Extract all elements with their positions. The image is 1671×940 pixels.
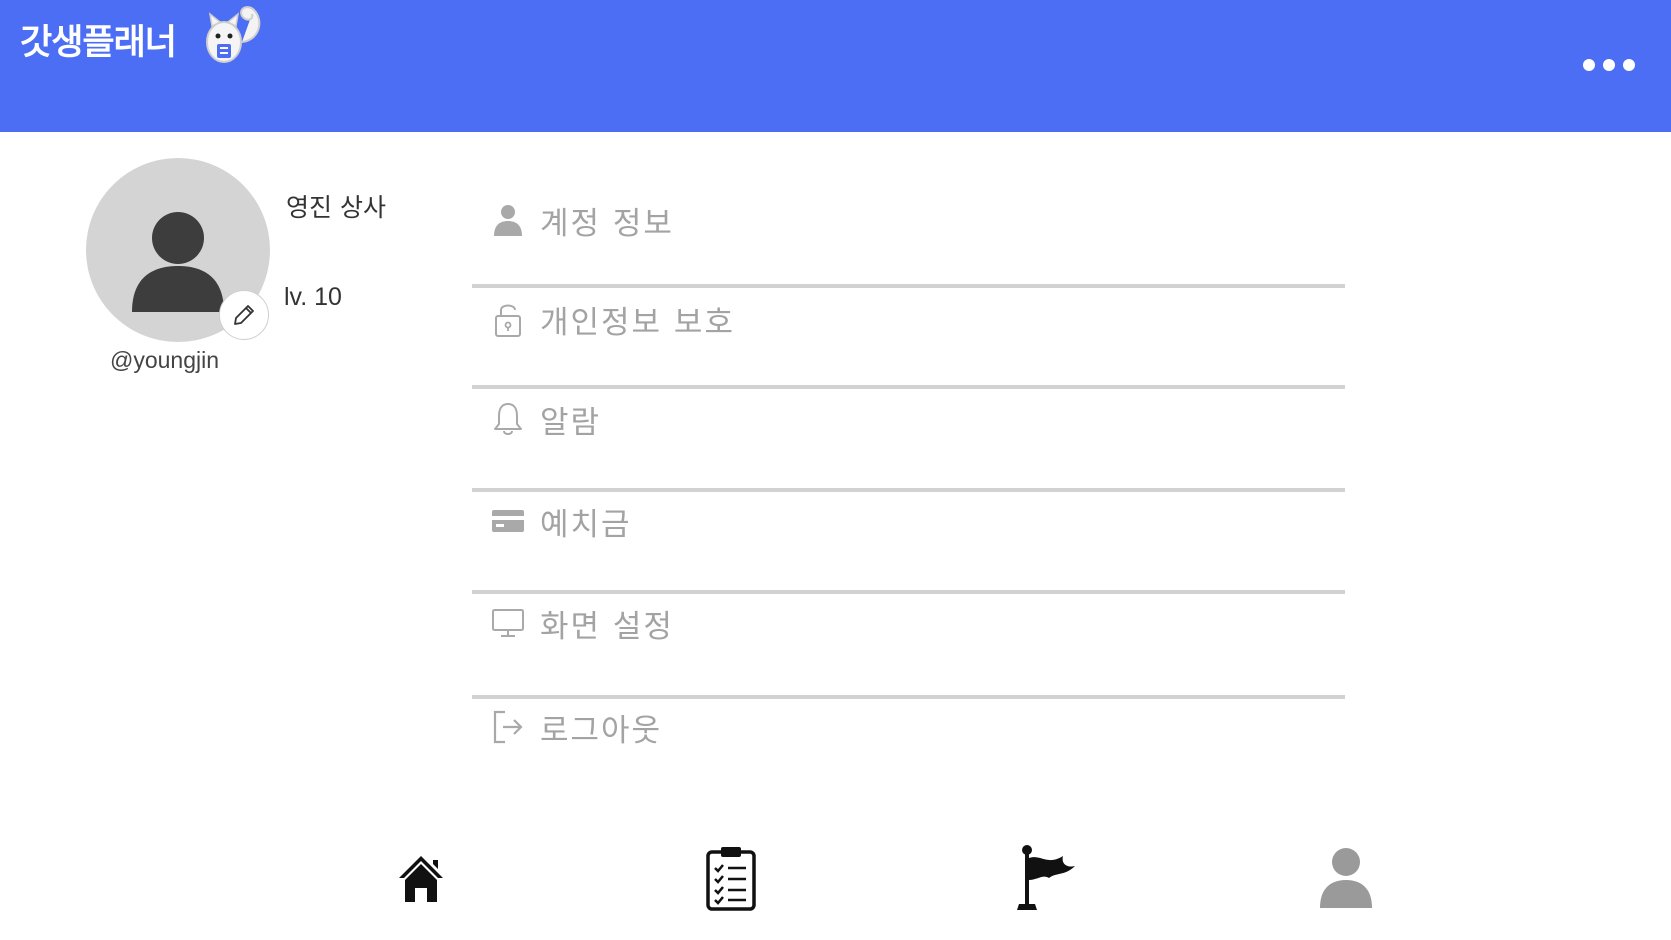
credit-card-icon bbox=[490, 503, 526, 539]
app-header: 갓생플래너 bbox=[0, 0, 1671, 132]
menu-item-logout[interactable]: 로그아웃 bbox=[472, 697, 1345, 757]
pencil-icon bbox=[234, 305, 254, 325]
menu-item-deposit[interactable]: 예치금 bbox=[472, 491, 1345, 551]
flag-icon bbox=[1017, 845, 1075, 910]
more-options-icon[interactable] bbox=[1583, 55, 1643, 75]
nav-home-button[interactable] bbox=[389, 840, 453, 916]
menu-item-account-info[interactable]: 계정 정보 bbox=[472, 190, 1345, 250]
squirrel-logo-icon bbox=[198, 2, 268, 72]
monitor-icon bbox=[490, 605, 526, 641]
user-level: lv. 10 bbox=[284, 283, 342, 311]
menu-divider bbox=[472, 385, 1345, 389]
menu-item-label: 화면 설정 bbox=[540, 608, 674, 645]
menu-divider bbox=[472, 488, 1345, 492]
menu-item-label: 알람 bbox=[540, 404, 602, 441]
home-icon bbox=[399, 856, 443, 902]
menu-item-label: 개인정보 보호 bbox=[540, 304, 735, 341]
menu-item-alarm[interactable]: 알람 bbox=[472, 389, 1345, 449]
person-icon bbox=[490, 202, 526, 238]
menu-divider bbox=[472, 695, 1345, 699]
user-name: 영진 상사 bbox=[286, 193, 386, 222]
edit-profile-button[interactable] bbox=[219, 290, 269, 340]
person-icon bbox=[1320, 848, 1372, 908]
menu-divider bbox=[472, 284, 1345, 288]
bell-icon bbox=[490, 401, 526, 437]
menu-item-label: 예치금 bbox=[540, 506, 632, 543]
menu-item-display-settings[interactable]: 화면 설정 bbox=[472, 593, 1345, 653]
nav-profile-button[interactable] bbox=[1314, 840, 1378, 916]
menu-item-label: 로그아웃 bbox=[540, 712, 663, 749]
clipboard-checklist-icon bbox=[706, 847, 756, 911]
menu-item-privacy[interactable]: 개인정보 보호 bbox=[472, 289, 1345, 349]
menu-divider bbox=[472, 590, 1345, 594]
unlock-icon bbox=[490, 301, 526, 337]
nav-goals-button[interactable] bbox=[1013, 840, 1077, 916]
menu-item-label: 계정 정보 bbox=[540, 205, 674, 242]
app-title: 갓생플래너 bbox=[20, 23, 177, 63]
logout-icon bbox=[490, 709, 526, 745]
nav-tasks-button[interactable] bbox=[699, 840, 763, 916]
user-handle: @youngjin bbox=[110, 347, 220, 373]
